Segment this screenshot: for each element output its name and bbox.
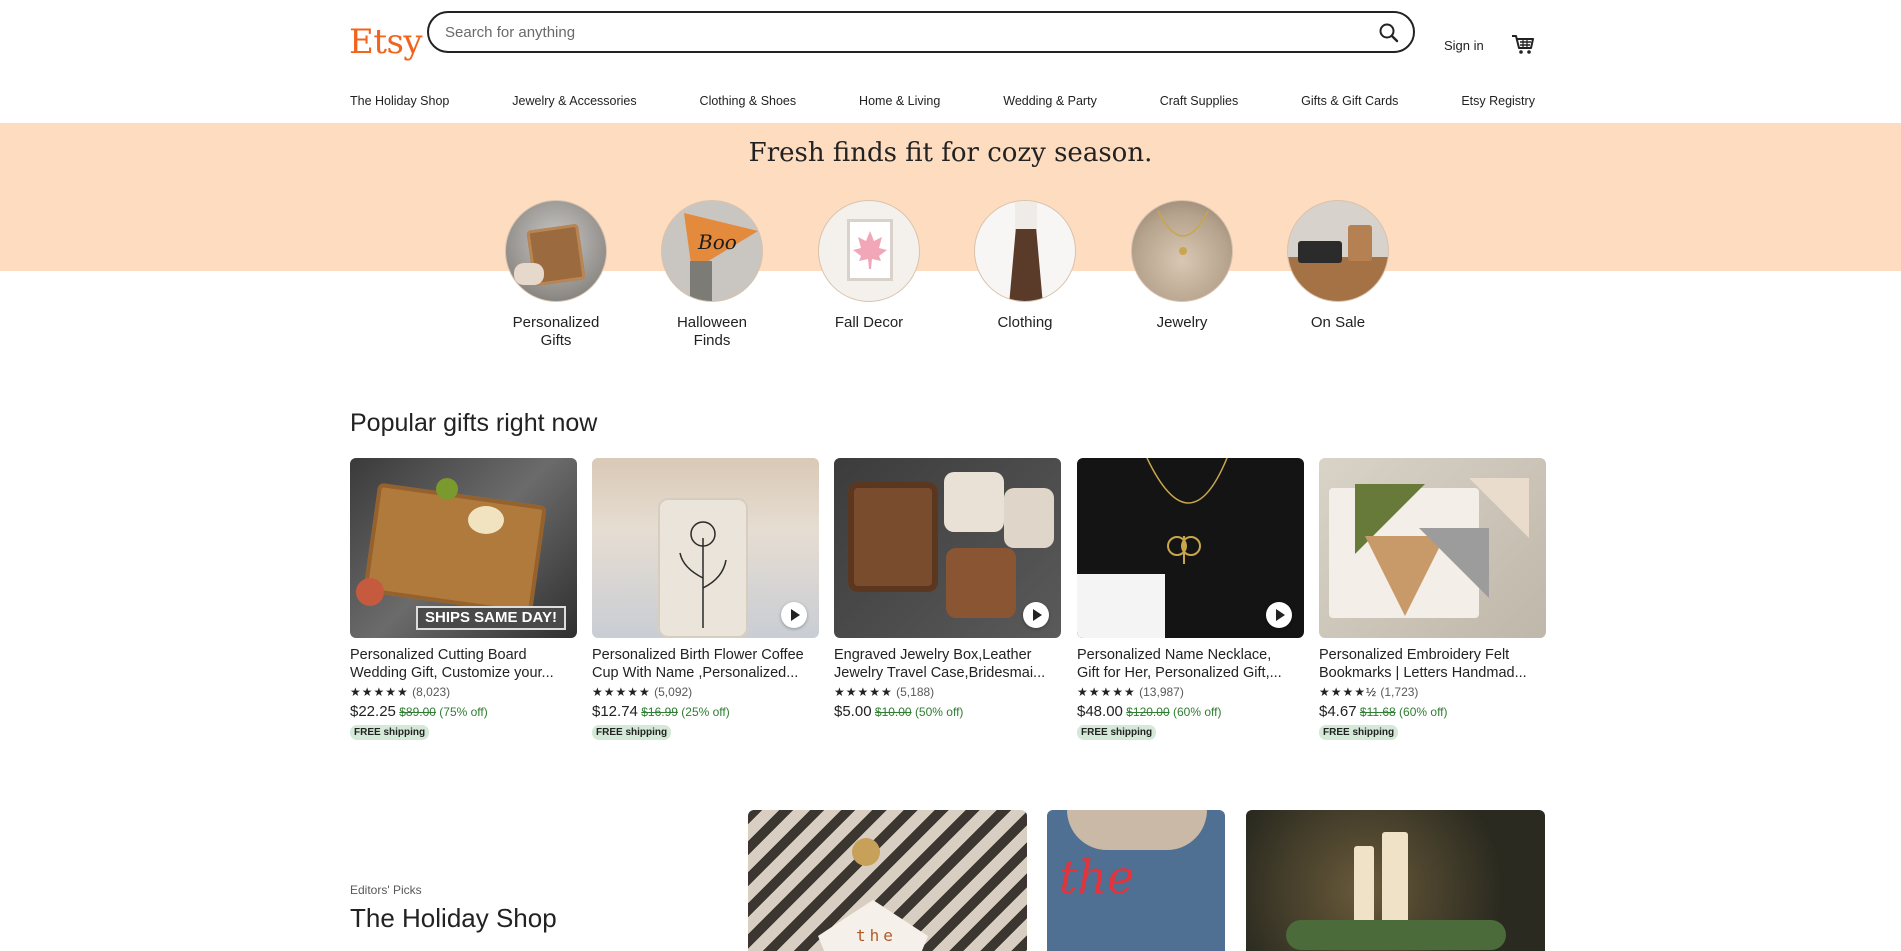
free-shipping-badge: FREE shipping (592, 725, 672, 740)
category-label: Halloween Finds (676, 314, 748, 349)
star-rating-icon: ★★★★½ (1319, 685, 1378, 699)
star-rating-icon: ★★★★★ (592, 685, 651, 699)
product-title[interactable]: Engraved Jewelry Box,Leather Jewelry Trav… (834, 646, 1061, 682)
nav-item-gifts-gift-cards[interactable]: Gifts & Gift Cards (1301, 94, 1398, 108)
pennant-image: Boo (684, 213, 758, 301)
etsy-home-page: Etsy Sign in The Holida (0, 0, 1901, 951)
nav-item-wedding-party[interactable]: Wedding & Party (1003, 94, 1097, 108)
nav-item-jewelry-accessories[interactable]: Jewelry & Accessories (512, 94, 636, 108)
editors-pick-card[interactable]: the (748, 810, 1027, 951)
product-rating: ★★★★★ (13,987) (1077, 685, 1184, 699)
category-label: Jewelry (1156, 314, 1208, 331)
product-rating: ★★★★★ (5,188) (834, 685, 935, 699)
star-rating-icon: ★★★★★ (350, 685, 409, 699)
flower-drawing (679, 521, 727, 628)
category-image (974, 200, 1076, 302)
star-rating-icon: ★★★★★ (834, 685, 893, 699)
free-shipping-badge: FREE shipping (350, 725, 430, 740)
category-label: Clothing (997, 314, 1053, 331)
product-price: $4.67 $11.68 (60% off) (1319, 703, 1448, 720)
product-title[interactable]: Personalized Cutting Board Wedding Gift, … (350, 646, 577, 682)
category-image (1287, 200, 1389, 302)
category-jewelry[interactable]: Jewelry (1117, 200, 1247, 332)
product-title[interactable]: Personalized Birth Flower Coffee Cup With… (592, 646, 819, 682)
product-card[interactable]: SHIPS SAME DAY! Personalized Cutting Boa… (350, 458, 577, 740)
nav-item-home-living[interactable]: Home & Living (859, 94, 940, 108)
play-video-button[interactable] (1023, 602, 1049, 628)
product-card[interactable]: Personalized Name Necklace, Gift for Her,… (1077, 458, 1304, 740)
product-price: $12.74 $16.99 (25% off) (592, 703, 730, 720)
search-input[interactable] (445, 21, 1345, 43)
category-label: Fall Decor (834, 314, 904, 331)
category-image (505, 200, 607, 302)
product-card[interactable]: Personalized Birth Flower Coffee Cup With… (592, 458, 819, 740)
neon-sign-text: the (1059, 850, 1135, 904)
popular-gifts-title: Popular gifts right now (350, 409, 598, 437)
product-price: $5.00 $10.00 (50% off) (834, 703, 964, 720)
free-shipping-badge: FREE shipping (1319, 725, 1399, 740)
category-fall-decor[interactable]: Fall Decor (804, 200, 934, 332)
search-bar (427, 11, 1415, 53)
category-nav: The Holiday Shop Jewelry & Accessories C… (350, 94, 1535, 108)
category-label: Personalized Gifts (512, 314, 600, 349)
hero-title: Fresh finds fit for cozy season. (748, 138, 1153, 168)
product-image[interactable]: SHIPS SAME DAY! (350, 458, 577, 638)
search-icon (1379, 23, 1399, 43)
editors-picks-eyebrow: Editors' Picks (350, 883, 422, 897)
cart-button[interactable] (1510, 33, 1536, 57)
product-card[interactable]: Personalized Embroidery Felt Bookmarks | … (1319, 458, 1546, 740)
category-personalized-gifts[interactable]: Personalized Gifts (491, 200, 621, 350)
category-on-sale[interactable]: On Sale (1273, 200, 1403, 332)
free-shipping-badge: FREE shipping (1077, 725, 1157, 740)
product-price: $22.25 $89.00 (75% off) (350, 703, 488, 720)
search-button[interactable] (1375, 19, 1403, 47)
play-video-button[interactable] (1266, 602, 1292, 628)
nav-item-craft-supplies[interactable]: Craft Supplies (1160, 94, 1239, 108)
category-halloween-finds[interactable]: Boo Halloween Finds (647, 200, 777, 350)
product-rating: ★★★★★ (8,023) (350, 685, 451, 699)
product-card[interactable]: Engraved Jewelry Box,Leather Jewelry Trav… (834, 458, 1061, 720)
svg-text:Boo: Boo (697, 230, 737, 254)
necklace-image (1157, 210, 1209, 255)
product-title[interactable]: Personalized Name Necklace, Gift for Her,… (1077, 646, 1304, 682)
product-title[interactable]: Personalized Embroidery Felt Bookmarks | … (1319, 646, 1546, 682)
nav-item-holiday-shop[interactable]: The Holiday Shop (350, 94, 449, 108)
star-rating-icon: ★★★★★ (1077, 685, 1136, 699)
editors-pick-card[interactable]: the (1047, 810, 1225, 951)
category-label: On Sale (1310, 314, 1366, 331)
ships-same-day-overlay: SHIPS SAME DAY! (416, 606, 566, 630)
category-clothing[interactable]: Clothing (960, 200, 1090, 332)
product-rating: ★★★★★ (5,092) (592, 685, 693, 699)
etsy-logo[interactable]: Etsy (349, 22, 423, 62)
nav-item-etsy-registry[interactable]: Etsy Registry (1461, 94, 1535, 108)
holiday-shop-title[interactable]: The Holiday Shop (350, 903, 557, 934)
product-image[interactable] (1319, 458, 1546, 638)
cart-icon (1512, 35, 1534, 54)
ornament-text: the (856, 926, 897, 945)
site-header: Etsy Sign in The Holida (0, 0, 1901, 124)
sign-in-link[interactable]: Sign in (1444, 38, 1484, 53)
category-image (818, 200, 920, 302)
product-rating: ★★★★½ (1,723) (1319, 685, 1419, 699)
maple-leaf-icon (853, 231, 887, 269)
product-price: $48.00 $120.00 (60% off) (1077, 703, 1222, 720)
category-image (1131, 200, 1233, 302)
nav-item-clothing-shoes[interactable]: Clothing & Shoes (700, 94, 797, 108)
play-video-button[interactable] (781, 602, 807, 628)
editors-pick-card[interactable] (1246, 810, 1545, 951)
category-image: Boo (661, 200, 763, 302)
